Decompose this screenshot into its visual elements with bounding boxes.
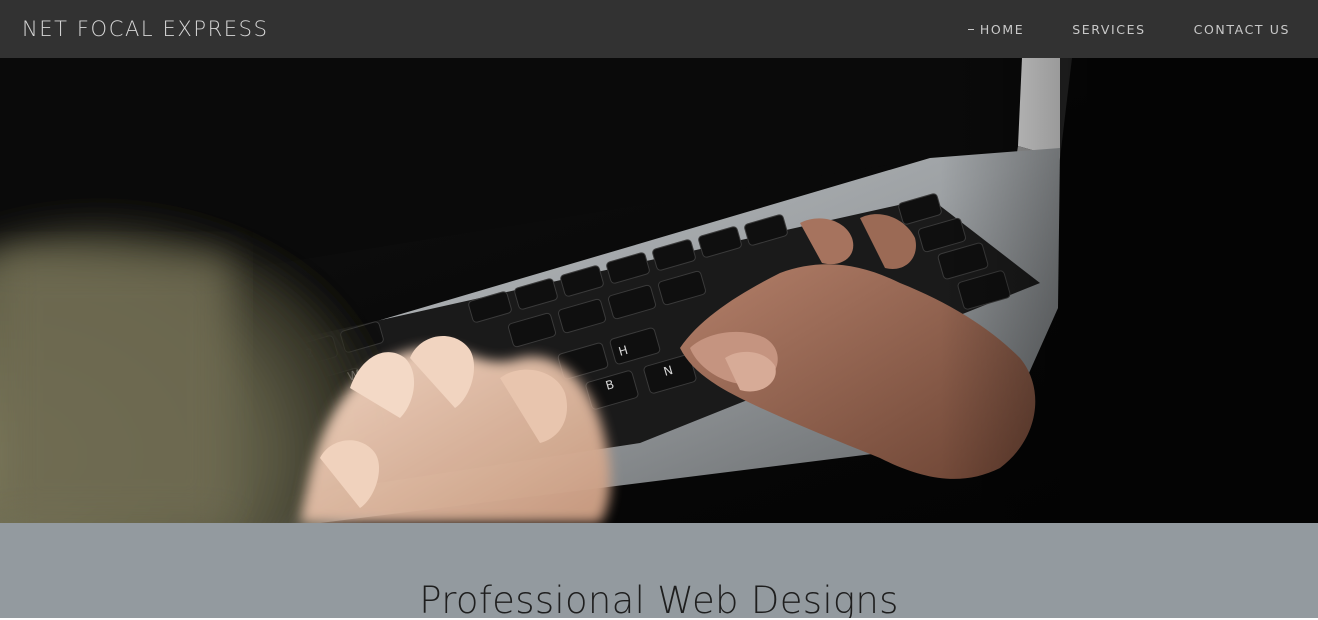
active-dash-icon [967,28,974,30]
hero-image: 2 Q W H B N [0,58,1318,523]
intro-section: Professional Web Designs [0,523,1318,620]
section-title: Professional Web Designs [419,579,899,620]
nav-home-link[interactable]: HOME [967,21,1025,37]
nav-home-label: HOME [979,21,1025,37]
brand-logo-link[interactable]: NET FOCAL EXPRESS [22,17,269,41]
main-nav: HOME SERVICES CONTACT US [967,21,1290,37]
nav-services-label: SERVICES [1072,21,1146,37]
nav-contact-link[interactable]: CONTACT US [1194,22,1290,37]
nav-services-link[interactable]: SERVICES [1072,22,1145,37]
nav-contact-label: CONTACT US [1193,21,1290,37]
site-header: NET FOCAL EXPRESS HOME SERVICES CONTACT … [0,0,1318,58]
laptop-typing-photo: 2 Q W H B N [0,58,1318,523]
